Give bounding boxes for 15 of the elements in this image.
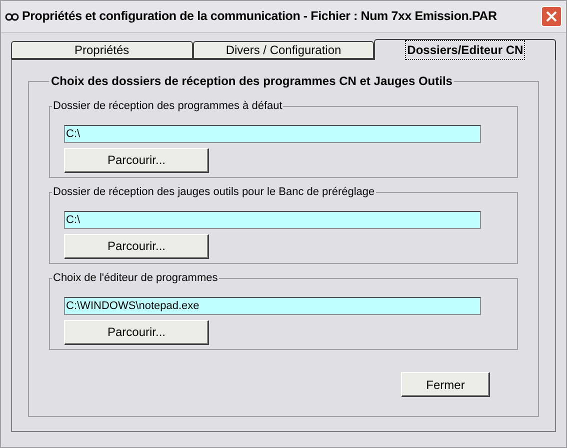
path-field[interactable]: C:\ <box>64 124 481 142</box>
group-title: Choix des dossiers de réception des programmes CN et Jauges Outils <box>50 73 454 90</box>
browse-button[interactable]: Parcourir... <box>64 148 209 172</box>
section-title: Choix de l'éditeur de programmes <box>52 271 219 286</box>
tab[interactable]: Propriétés <box>11 41 193 59</box>
section-title: Dossier de réception des programmes à défaut <box>52 99 284 114</box>
path-field[interactable]: C:\ <box>64 210 481 228</box>
section-title: Dossier de réception des jauges outils pour le Banc de préréglage <box>52 185 376 200</box>
path-field[interactable]: C:\WINDOWS\notepad.exe <box>64 296 481 314</box>
tab[interactable]: Dossiers/Editeur CN <box>374 39 556 60</box>
browse-button[interactable]: Parcourir... <box>64 320 209 344</box>
tab[interactable]: Divers / Configuration <box>192 41 374 59</box>
browse-button[interactable]: Parcourir... <box>64 234 209 258</box>
close-dialog-button[interactable]: Fermer <box>401 372 490 397</box>
window-title: Propriétés et configuration de la communication - Fichier : Num 7xx Emission.PAR <box>22 8 497 26</box>
